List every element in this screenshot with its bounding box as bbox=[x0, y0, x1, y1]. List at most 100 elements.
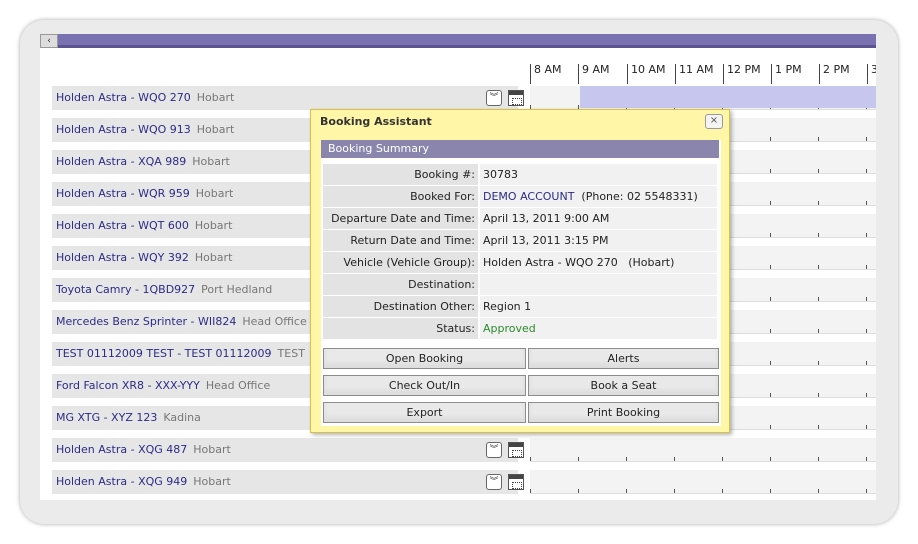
double-chevron-down-icon[interactable]: ︾ bbox=[486, 474, 502, 490]
hour-tick bbox=[722, 457, 723, 461]
booked-for-link[interactable]: DEMO ACCOUNT bbox=[483, 190, 574, 203]
field-value: Approved bbox=[480, 318, 717, 339]
vehicle-name[interactable]: Holden Astra - WQO 270 Hobart bbox=[56, 86, 234, 110]
hour-tick bbox=[626, 489, 627, 493]
print-booking-button[interactable]: Print Booking bbox=[528, 402, 719, 423]
vehicle-name[interactable]: Holden Astra - WQY 392 Hobart bbox=[56, 246, 232, 270]
book-a-seat-button[interactable]: Book a Seat bbox=[528, 375, 719, 396]
hour-tick bbox=[770, 489, 771, 493]
hour-tick bbox=[530, 457, 531, 461]
hour-tick bbox=[818, 137, 819, 141]
hour-tick bbox=[866, 329, 867, 333]
hour-tick bbox=[818, 457, 819, 461]
hour-tick bbox=[770, 169, 771, 173]
hour-tick bbox=[866, 265, 867, 269]
hour-tick bbox=[866, 233, 867, 237]
hour-tick bbox=[866, 393, 867, 397]
hour-label: 2 PM bbox=[819, 64, 850, 84]
hour-tick bbox=[866, 137, 867, 141]
field-value bbox=[480, 274, 717, 295]
hour-tick bbox=[866, 425, 867, 429]
check-out-in-button[interactable]: Check Out/In bbox=[323, 375, 526, 396]
hour-tick bbox=[770, 265, 771, 269]
field-label: Status: bbox=[323, 318, 478, 339]
hour-tick bbox=[770, 233, 771, 237]
field-value: April 13, 2011 9:00 AM bbox=[480, 208, 717, 229]
vehicle-location: Hobart bbox=[195, 187, 234, 200]
booking-bar[interactable] bbox=[580, 86, 876, 108]
hour-tick bbox=[770, 457, 771, 461]
hour-tick bbox=[818, 169, 819, 173]
timeline-track[interactable] bbox=[530, 438, 876, 462]
field-label: Booking #: bbox=[323, 164, 478, 185]
hour-tick bbox=[866, 169, 867, 173]
vehicle-name[interactable]: Holden Astra - WQT 600 Hobart bbox=[56, 214, 232, 238]
hour-tick bbox=[866, 297, 867, 301]
hour-tick bbox=[818, 265, 819, 269]
close-icon[interactable]: × bbox=[705, 114, 723, 129]
vehicle-name[interactable]: Holden Astra - XQG 487 Hobart bbox=[56, 438, 231, 462]
vehicle-location: Hobart bbox=[194, 219, 233, 232]
hour-tick bbox=[818, 393, 819, 397]
field-label: Return Date and Time: bbox=[323, 230, 478, 251]
status-badge: Approved bbox=[483, 322, 536, 335]
hour-tick bbox=[674, 457, 675, 461]
calendar-icon[interactable] bbox=[508, 474, 524, 490]
double-chevron-down-icon[interactable]: ︾ bbox=[486, 90, 502, 106]
field-value: Holden Astra - WQO 270 (Hobart) bbox=[480, 252, 717, 273]
vehicle-name[interactable]: Mercedes Benz Sprinter - WII824 Head Offi… bbox=[56, 310, 307, 334]
timeline-track[interactable] bbox=[530, 470, 876, 494]
field-destination-other: Destination Other: Region 1 bbox=[323, 296, 717, 317]
vehicle-name[interactable]: TEST 01112009 TEST - TEST 01112009 TEST bbox=[56, 342, 305, 366]
vehicle-name[interactable]: Ford Falcon XR8 - XXX-YYY Head Office bbox=[56, 374, 270, 398]
field-label: Booked For: bbox=[323, 186, 478, 207]
vehicle-row[interactable]: Holden Astra - XQG 949 Hobart ︾ bbox=[52, 470, 524, 494]
hour-tick bbox=[578, 457, 579, 461]
vehicle-location: Kadina bbox=[163, 411, 201, 424]
hour-tick bbox=[722, 489, 723, 493]
hour-tick bbox=[818, 361, 819, 365]
vehicle-location: Port Hedland bbox=[201, 283, 273, 296]
booking-summary: Booking Summary Booking #: 30783 Booked … bbox=[321, 140, 721, 426]
double-chevron-down-icon[interactable]: ︾ bbox=[486, 442, 502, 458]
vehicle-name[interactable]: Toyota Camry - 1QBD927 Port Hedland bbox=[56, 278, 272, 302]
hour-label: 3 bbox=[867, 64, 876, 84]
hour-tick bbox=[866, 489, 867, 493]
alerts-button[interactable]: Alerts bbox=[528, 348, 719, 369]
hour-label: 10 AM bbox=[627, 64, 666, 84]
hour-tick bbox=[770, 393, 771, 397]
field-label: Destination: bbox=[323, 274, 478, 295]
field-value: DEMO ACCOUNT (Phone: 02 5548331) bbox=[480, 186, 717, 207]
vehicle-location: Hobart bbox=[192, 155, 230, 168]
vehicle-row[interactable]: Holden Astra - WQO 270 Hobart ︾ bbox=[52, 86, 524, 110]
field-value: 30783 bbox=[480, 164, 717, 185]
field-label: Destination Other: bbox=[323, 296, 478, 317]
hour-tick bbox=[770, 361, 771, 365]
vehicle-location: Hobart bbox=[196, 123, 235, 136]
open-booking-button[interactable]: Open Booking bbox=[323, 348, 526, 369]
vehicle-location: Head Office bbox=[242, 315, 307, 328]
field-destination: Destination: bbox=[323, 274, 717, 295]
field-label: Departure Date and Time: bbox=[323, 208, 478, 229]
summary-heading: Booking Summary bbox=[321, 140, 719, 158]
export-button[interactable]: Export bbox=[323, 402, 526, 423]
hour-tick bbox=[770, 137, 771, 141]
hour-tick bbox=[578, 489, 579, 493]
hour-tick bbox=[770, 425, 771, 429]
vehicle-name[interactable]: MG XTG - XYZ 123 Kadina bbox=[56, 406, 201, 430]
calendar-icon[interactable] bbox=[508, 442, 524, 458]
vehicle-location: TEST bbox=[277, 347, 305, 360]
hour-label: 8 AM bbox=[530, 64, 562, 84]
vehicle-name[interactable]: Holden Astra - WQR 959 Hobart bbox=[56, 182, 233, 206]
calendar-icon[interactable] bbox=[508, 90, 524, 106]
hour-label: 1 PM bbox=[771, 64, 802, 84]
hour-label: 12 PM bbox=[723, 64, 761, 84]
vehicle-name[interactable]: Holden Astra - XQA 989 Hobart bbox=[56, 150, 230, 174]
booked-for-phone: (Phone: 02 5548331) bbox=[581, 190, 698, 203]
hour-tick bbox=[770, 201, 771, 205]
hour-tick bbox=[866, 201, 867, 205]
vehicle-name[interactable]: Holden Astra - WQO 913 Hobart bbox=[56, 118, 234, 142]
collapse-icon[interactable]: ‹ bbox=[40, 34, 58, 48]
vehicle-row[interactable]: Holden Astra - XQG 487 Hobart ︾ bbox=[52, 438, 524, 462]
vehicle-name[interactable]: Holden Astra - XQG 949 Hobart bbox=[56, 470, 231, 494]
